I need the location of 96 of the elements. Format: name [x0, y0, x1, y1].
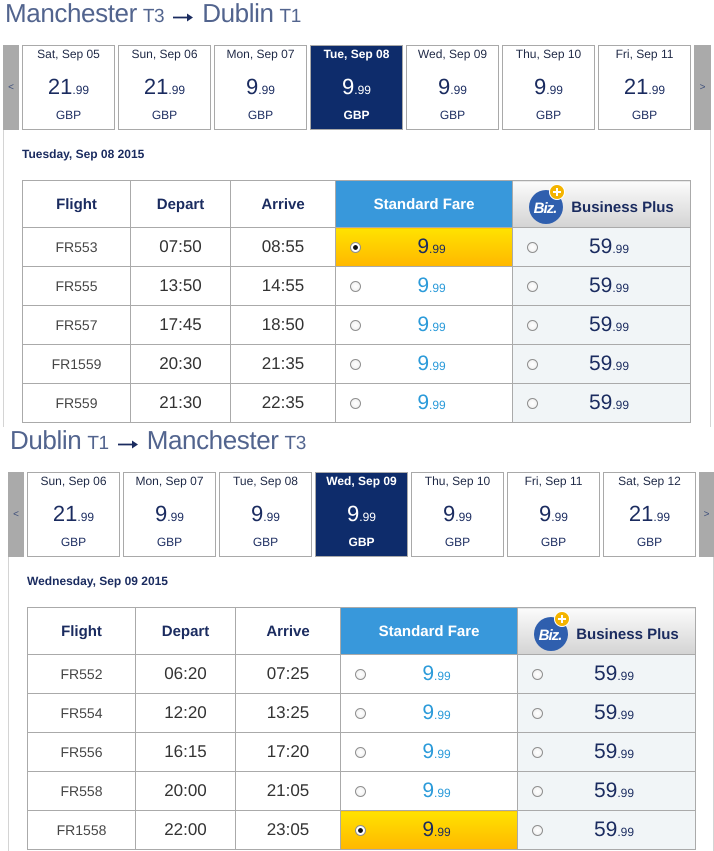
radio-button[interactable] [532, 824, 543, 836]
date-tab[interactable]: Fri, Sep 11 9.99 GBP [507, 472, 600, 557]
radio-button[interactable] [532, 746, 543, 758]
flight-number: FR554 [28, 694, 136, 732]
fare-price: 9.99 [416, 351, 447, 377]
column-header: Arrive [236, 608, 340, 654]
next-button[interactable]: > [694, 45, 711, 130]
fare-price: 9.99 [421, 661, 452, 687]
radio-button[interactable] [350, 320, 361, 330]
date-tab[interactable]: Tue, Sep 08 9.99 GBP [310, 45, 403, 130]
column-header: Business Plus [576, 626, 679, 642]
date-tab[interactable]: Sat, Sep 05 21.99 GBP [22, 45, 115, 130]
fare-price: 9.99 [416, 390, 447, 416]
next-button[interactable]: > [699, 472, 714, 557]
date-tab[interactable]: Mon, Sep 07 9.99 GBP [123, 472, 216, 557]
date-tab[interactable]: Sun, Sep 06 21.99 GBP [118, 45, 211, 130]
selected-date-heading: Tuesday, Sep 08 2015 [22, 147, 146, 162]
destination-label: Dublin T1 [202, 0, 301, 30]
date-tab[interactable]: Mon, Sep 07 9.99 GBP [214, 45, 307, 130]
column-header: Flight [28, 608, 136, 654]
flight-number: FR558 [28, 772, 136, 810]
depart-time: 16:15 [136, 732, 236, 772]
radio-button[interactable] [532, 786, 543, 796]
radio-button[interactable] [527, 320, 538, 330]
fare-price: 59.99 [588, 234, 630, 260]
flight-number: FR555 [22, 266, 130, 306]
flight-number: FR557 [22, 306, 130, 344]
date-tab[interactable]: Sat, Sep 12 21.99 GBP [603, 472, 696, 557]
radio-button[interactable] [532, 668, 543, 680]
radio-button[interactable] [527, 358, 538, 370]
radio-button[interactable] [350, 358, 361, 370]
depart-time: 21:30 [130, 384, 230, 422]
date-tab[interactable]: Thu, Sep 10 9.99 GBP [411, 472, 504, 557]
fare-price: 59.99 [592, 661, 636, 687]
fare-price: 9.99 [416, 273, 447, 299]
radio-button[interactable] [355, 746, 366, 758]
radio-button[interactable] [527, 398, 538, 408]
depart-time: 22:00 [136, 810, 236, 850]
origin-label: Dublin T1 [10, 425, 109, 457]
column-header: Depart [136, 608, 236, 654]
fare-price: 9.99 [421, 778, 452, 804]
depart-time: 06:20 [136, 654, 236, 694]
date-tab[interactable]: Tue, Sep 08 9.99 GBP [219, 472, 312, 557]
column-header: Business Plus [571, 198, 674, 216]
column-header: Arrive [230, 180, 336, 228]
column-header: Standard Fare [336, 180, 512, 228]
date-tab[interactable]: Fri, Sep 11 21.99 GBP [598, 45, 691, 130]
date-tab[interactable]: Wed, Sep 09 9.99 GBP [406, 45, 499, 130]
depart-time: 17:45 [130, 306, 230, 344]
depart-time: 07:50 [130, 228, 230, 266]
fare-price: 59.99 [588, 351, 630, 377]
radio-button[interactable] [355, 708, 366, 718]
flight-number: FR1559 [22, 344, 130, 384]
flight-number: FR559 [22, 384, 130, 422]
fare-price: 9.99 [416, 312, 447, 338]
depart-time: 20:30 [130, 344, 230, 384]
fare-price: 59.99 [588, 390, 630, 416]
date-tab[interactable]: Thu, Sep 10 9.99 GBP [502, 45, 595, 130]
prev-button[interactable]: < [8, 472, 24, 557]
column-header: Flight [22, 180, 130, 228]
radio-button[interactable] [350, 280, 361, 292]
fare-price: 9.99 [421, 700, 452, 726]
fare-price: 9.99 [421, 817, 452, 843]
fare-price: 59.99 [588, 273, 630, 299]
radio-button[interactable] [527, 280, 538, 292]
depart-time: 12:20 [136, 694, 236, 732]
prev-button[interactable]: < [3, 45, 19, 130]
fare-price: 9.99 [416, 234, 447, 260]
radio-button[interactable] [350, 242, 361, 252]
radio-button[interactable] [350, 398, 361, 408]
fare-price: 59.99 [592, 739, 636, 765]
flight-number: FR1558 [28, 810, 136, 850]
flight-number: FR556 [28, 732, 136, 772]
origin-label: Manchester T3 [5, 0, 164, 30]
column-header: Standard Fare [340, 608, 518, 654]
fare-price: 59.99 [592, 700, 636, 726]
flight-number: FR553 [22, 228, 130, 266]
arrow-icon [173, 12, 194, 22]
depart-time: 20:00 [136, 772, 236, 810]
arrow-icon [118, 440, 138, 448]
date-tab[interactable]: Wed, Sep 09 9.99 GBP [315, 472, 408, 557]
radio-button[interactable] [527, 242, 538, 252]
fare-price: 59.99 [588, 312, 630, 338]
fare-price: 9.99 [421, 739, 452, 765]
selected-date-heading: Wednesday, Sep 09 2015 [27, 574, 169, 589]
date-tab[interactable]: Sun, Sep 06 21.99 GBP [27, 472, 120, 557]
radio-button[interactable] [532, 708, 543, 718]
fare-price: 59.99 [592, 817, 636, 843]
destination-label: Manchester T3 [146, 425, 306, 457]
depart-time: 13:50 [130, 266, 230, 306]
radio-button[interactable] [355, 824, 366, 836]
fare-price: 59.99 [592, 778, 636, 804]
radio-button[interactable] [355, 786, 366, 796]
flight-number: FR552 [28, 654, 136, 694]
radio-button[interactable] [355, 668, 366, 680]
column-header: Depart [130, 180, 230, 228]
